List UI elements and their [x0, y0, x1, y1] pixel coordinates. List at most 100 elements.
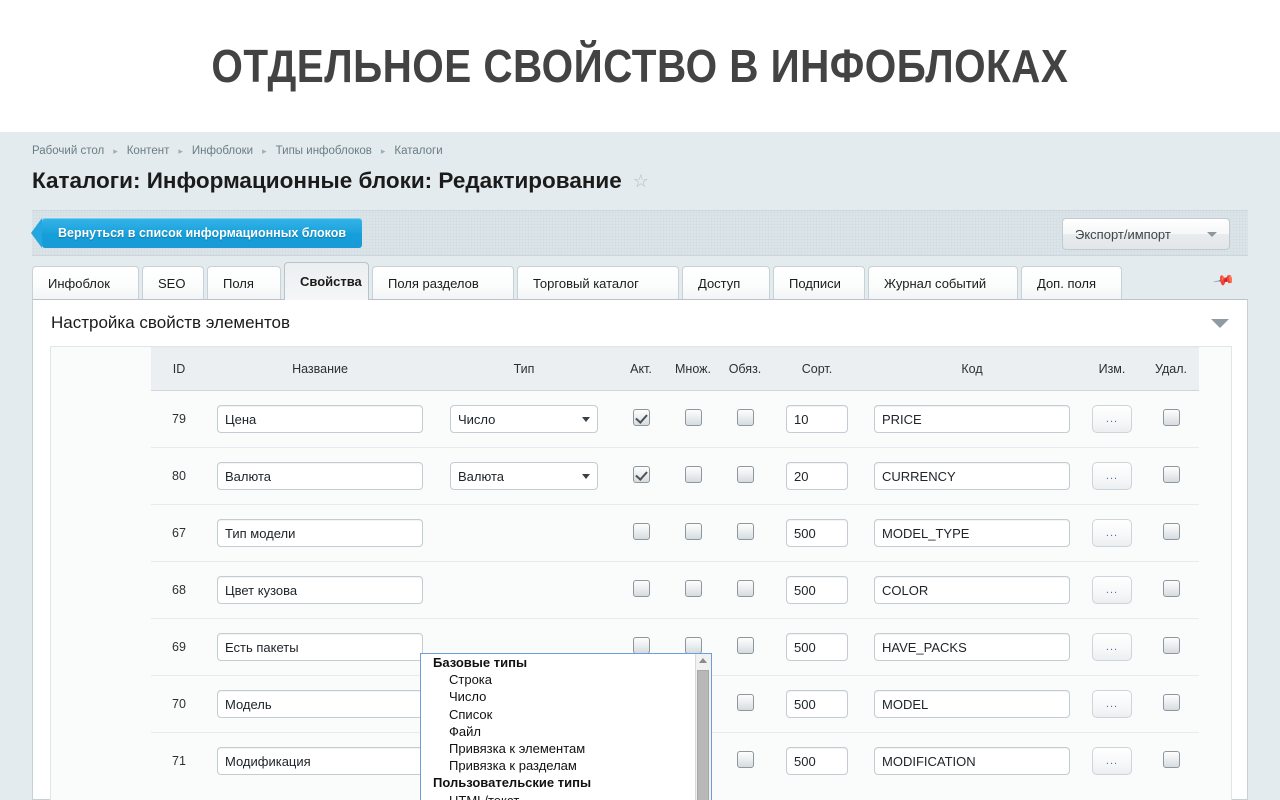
property-sort-input[interactable]	[786, 633, 848, 661]
required-checkbox[interactable]	[737, 694, 754, 711]
multiple-checkbox[interactable]	[685, 523, 702, 540]
required-checkbox[interactable]	[737, 523, 754, 540]
scroll-up-arrow-icon[interactable]	[699, 658, 707, 663]
pin-icon[interactable]: 📌	[1211, 269, 1235, 293]
property-name-input[interactable]	[217, 690, 423, 718]
required-checkbox[interactable]	[737, 466, 754, 483]
delete-checkbox[interactable]	[1163, 466, 1180, 483]
property-name-input[interactable]	[217, 405, 423, 433]
cell-delete	[1143, 505, 1199, 562]
multiple-checkbox[interactable]	[685, 409, 702, 426]
delete-checkbox[interactable]	[1163, 580, 1180, 597]
property-type-select[interactable]: Валюта	[450, 462, 598, 490]
property-code-input[interactable]	[874, 462, 1070, 490]
tab-fields[interactable]: Поля	[207, 266, 281, 299]
tab-extra-fields[interactable]: Доп. поля	[1021, 266, 1122, 299]
active-checkbox[interactable]	[633, 409, 650, 426]
dropdown-option[interactable]: Список	[421, 706, 711, 723]
property-code-input[interactable]	[874, 576, 1070, 604]
dropdown-option[interactable]: Число	[421, 688, 711, 705]
property-name-input[interactable]	[217, 747, 423, 775]
breadcrumb-item-catalogs[interactable]: Каталоги	[394, 145, 442, 157]
collapse-triangle-icon[interactable]	[1211, 319, 1229, 328]
property-sort-input[interactable]	[786, 462, 848, 490]
property-name-input[interactable]	[217, 462, 423, 490]
breadcrumb-item-content[interactable]: Контент	[127, 145, 170, 157]
cell-active	[615, 448, 667, 505]
property-code-input[interactable]	[874, 633, 1070, 661]
edit-property-button[interactable]: ...	[1092, 462, 1132, 490]
col-header-name: Название	[207, 348, 433, 391]
delete-checkbox[interactable]	[1163, 523, 1180, 540]
delete-checkbox[interactable]	[1163, 751, 1180, 768]
breadcrumb-item-infoblock-types[interactable]: Типы инфоблоков	[276, 145, 372, 157]
edit-property-button[interactable]: ...	[1092, 405, 1132, 433]
active-checkbox[interactable]	[633, 637, 650, 654]
export-import-button[interactable]: Экспорт/импорт	[1062, 218, 1230, 250]
multiple-checkbox[interactable]	[685, 580, 702, 597]
scrollbar-thumb[interactable]	[697, 670, 709, 800]
active-checkbox[interactable]	[633, 580, 650, 597]
property-code-input[interactable]	[874, 747, 1070, 775]
back-to-list-label: Вернуться в список информационных блоков	[58, 226, 346, 240]
required-checkbox[interactable]	[737, 409, 754, 426]
property-name-input[interactable]	[217, 633, 423, 661]
cell-type	[433, 562, 615, 619]
dropdown-scrollbar[interactable]	[695, 654, 711, 800]
property-type-dropdown-list[interactable]: Базовые типыСтрокаЧислоСписокФайлПривязк…	[420, 653, 712, 800]
property-sort-input[interactable]	[786, 519, 848, 547]
tab-infoblock[interactable]: Инфоблок	[32, 266, 139, 299]
required-checkbox[interactable]	[737, 580, 754, 597]
active-checkbox[interactable]	[633, 466, 650, 483]
tab-subscriptions[interactable]: Подписи	[773, 266, 865, 299]
cell-edit: ...	[1081, 619, 1143, 676]
property-name-input[interactable]	[217, 576, 423, 604]
cell-sort	[771, 562, 863, 619]
tab-section-fields[interactable]: Поля разделов	[372, 266, 514, 299]
property-name-input[interactable]	[217, 519, 423, 547]
required-checkbox[interactable]	[737, 637, 754, 654]
cell-id: 79	[151, 391, 207, 448]
tab-commerce-catalog[interactable]: Торговый каталог	[517, 266, 679, 299]
favorite-star-icon[interactable]: ☆	[633, 171, 649, 192]
edit-property-button[interactable]: ...	[1092, 747, 1132, 775]
dropdown-option[interactable]: HTML/текст	[421, 792, 711, 800]
multiple-checkbox[interactable]	[685, 466, 702, 483]
back-to-list-button[interactable]: Вернуться в список информационных блоков	[42, 218, 362, 248]
property-code-input[interactable]	[874, 690, 1070, 718]
property-sort-input[interactable]	[786, 576, 848, 604]
breadcrumb-separator-icon: ▸	[178, 146, 183, 157]
breadcrumb-item-infoblocks[interactable]: Инфоблоки	[192, 145, 253, 157]
multiple-checkbox[interactable]	[685, 637, 702, 654]
tab-seo[interactable]: SEO	[142, 266, 204, 299]
cell-delete	[1143, 733, 1199, 790]
property-type-select[interactable]: Число	[450, 405, 598, 433]
tab-properties[interactable]: Свойства	[284, 262, 369, 300]
property-sort-input[interactable]	[786, 690, 848, 718]
cell-code	[863, 562, 1081, 619]
edit-property-button[interactable]: ...	[1092, 690, 1132, 718]
property-code-input[interactable]	[874, 519, 1070, 547]
delete-checkbox[interactable]	[1163, 694, 1180, 711]
property-code-input[interactable]	[874, 405, 1070, 433]
dropdown-option[interactable]: Файл	[421, 723, 711, 740]
edit-property-button[interactable]: ...	[1092, 633, 1132, 661]
active-checkbox[interactable]	[633, 523, 650, 540]
property-sort-input[interactable]	[786, 747, 848, 775]
delete-checkbox[interactable]	[1163, 409, 1180, 426]
property-sort-input[interactable]	[786, 405, 848, 433]
breadcrumb-separator-icon: ▸	[113, 146, 118, 157]
tab-event-log[interactable]: Журнал событий	[868, 266, 1018, 299]
edit-property-button[interactable]: ...	[1092, 519, 1132, 547]
edit-property-button[interactable]: ...	[1092, 576, 1132, 604]
cell-name	[207, 505, 433, 562]
col-header-multiple: Множ.	[667, 348, 719, 391]
tab-label: Свойства	[300, 274, 362, 289]
dropdown-option[interactable]: Привязка к разделам	[421, 757, 711, 774]
breadcrumb-item-desktop[interactable]: Рабочий стол	[32, 145, 104, 157]
tab-access[interactable]: Доступ	[682, 266, 770, 299]
dropdown-option[interactable]: Привязка к элементам	[421, 740, 711, 757]
delete-checkbox[interactable]	[1163, 637, 1180, 654]
required-checkbox[interactable]	[737, 751, 754, 768]
dropdown-option[interactable]: Строка	[421, 671, 711, 688]
